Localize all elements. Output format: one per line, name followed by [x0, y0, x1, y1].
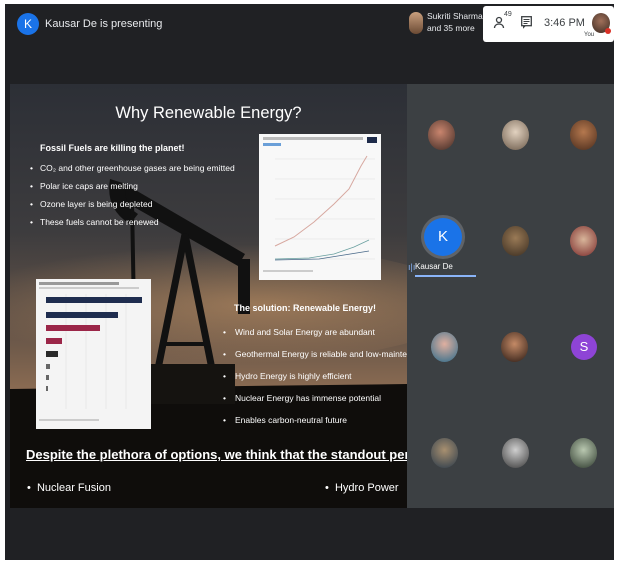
participant-avatar: [502, 120, 529, 150]
participant-avatar: [501, 332, 528, 362]
participant-tile[interactable]: [545, 84, 614, 190]
fossil-point: • These fuels cannot be renewed: [30, 217, 159, 227]
participant-avatar: [502, 226, 529, 256]
fossil-point: • Polar ice caps are melting: [30, 181, 138, 191]
standout-left: • Nuclear Fusion: [27, 482, 111, 494]
solution-heading: The solution: Renewable Energy!: [234, 303, 377, 313]
participant-tile[interactable]: [545, 402, 614, 508]
self-label: You: [584, 32, 595, 38]
fossil-point: • CO₂ and other greenhouse gases are bein…: [30, 163, 235, 173]
solution-point: • Nuclear Energy has immense potential: [223, 393, 381, 403]
participant-avatar: [431, 332, 458, 362]
call-tray: 49 3:46 PM You: [483, 6, 614, 42]
emissions-chart-thumbnail: [259, 134, 381, 280]
participant-tile[interactable]: [476, 190, 545, 296]
solution-point: • Geothermal Energy is reliable and low-m…: [223, 349, 407, 359]
speaker-name: Kausar De: [415, 262, 453, 271]
participant-tile[interactable]: S: [545, 296, 614, 402]
participant-avatar: [570, 438, 597, 468]
participant-avatar: [570, 120, 597, 150]
fossil-heading: Fossil Fuels are killing the planet!: [40, 143, 185, 153]
participant-grid: K ı|ı Kausar De S: [407, 84, 614, 508]
speaking-indicator: [415, 275, 479, 277]
people-count-badge: 49: [504, 11, 512, 18]
participant-tile[interactable]: [476, 296, 545, 402]
participant-tile[interactable]: [545, 190, 614, 296]
energy-production-chart-thumbnail: [36, 279, 151, 429]
fossil-point: • Ozone layer is being depleted: [30, 199, 153, 209]
standout-right: • Hydro Power: [325, 482, 399, 494]
solution-point: • Hydro Energy is highly efficient: [223, 371, 352, 381]
participant-avatar: [502, 438, 529, 468]
solution-point: • Enables carbon-neutral future: [223, 415, 347, 425]
participant-tile-speaking[interactable]: K ı|ı Kausar De: [407, 190, 479, 296]
participant-tile[interactable]: [407, 402, 476, 508]
presentation-slide: Why Renewable Energy? Fossil Fuels are k…: [10, 84, 407, 508]
speaker-avatar: K: [424, 218, 462, 256]
participant-letter-avatar: S: [571, 334, 597, 360]
chat-icon[interactable]: [521, 16, 532, 29]
participant-tile[interactable]: [407, 296, 476, 402]
participant-tile[interactable]: [407, 84, 476, 190]
participant-tile[interactable]: [476, 84, 545, 190]
clock: 3:46 PM: [544, 17, 585, 29]
presenting-label: Kausar De is presenting: [45, 18, 163, 30]
participant-avatar: [409, 12, 423, 34]
presenter-avatar: K: [17, 13, 39, 35]
notification-dot: [605, 28, 611, 34]
solution-point: • Wind and Solar Energy are abundant: [223, 327, 375, 337]
closing-statement: Despite the plethora of options, we thin…: [26, 447, 407, 462]
participant-avatar: [428, 120, 455, 150]
meet-window: K Kausar De is presenting Sukriti Sharma…: [5, 4, 614, 560]
top-bar: K Kausar De is presenting Sukriti Sharma…: [5, 4, 614, 44]
participant-tile[interactable]: [476, 402, 545, 508]
participant-avatar: [431, 438, 458, 468]
participants-summary[interactable]: Sukriti Sharma S... and 35 more: [409, 10, 498, 42]
participant-avatar: [570, 226, 597, 256]
slide-title: Why Renewable Energy?: [115, 104, 302, 122]
